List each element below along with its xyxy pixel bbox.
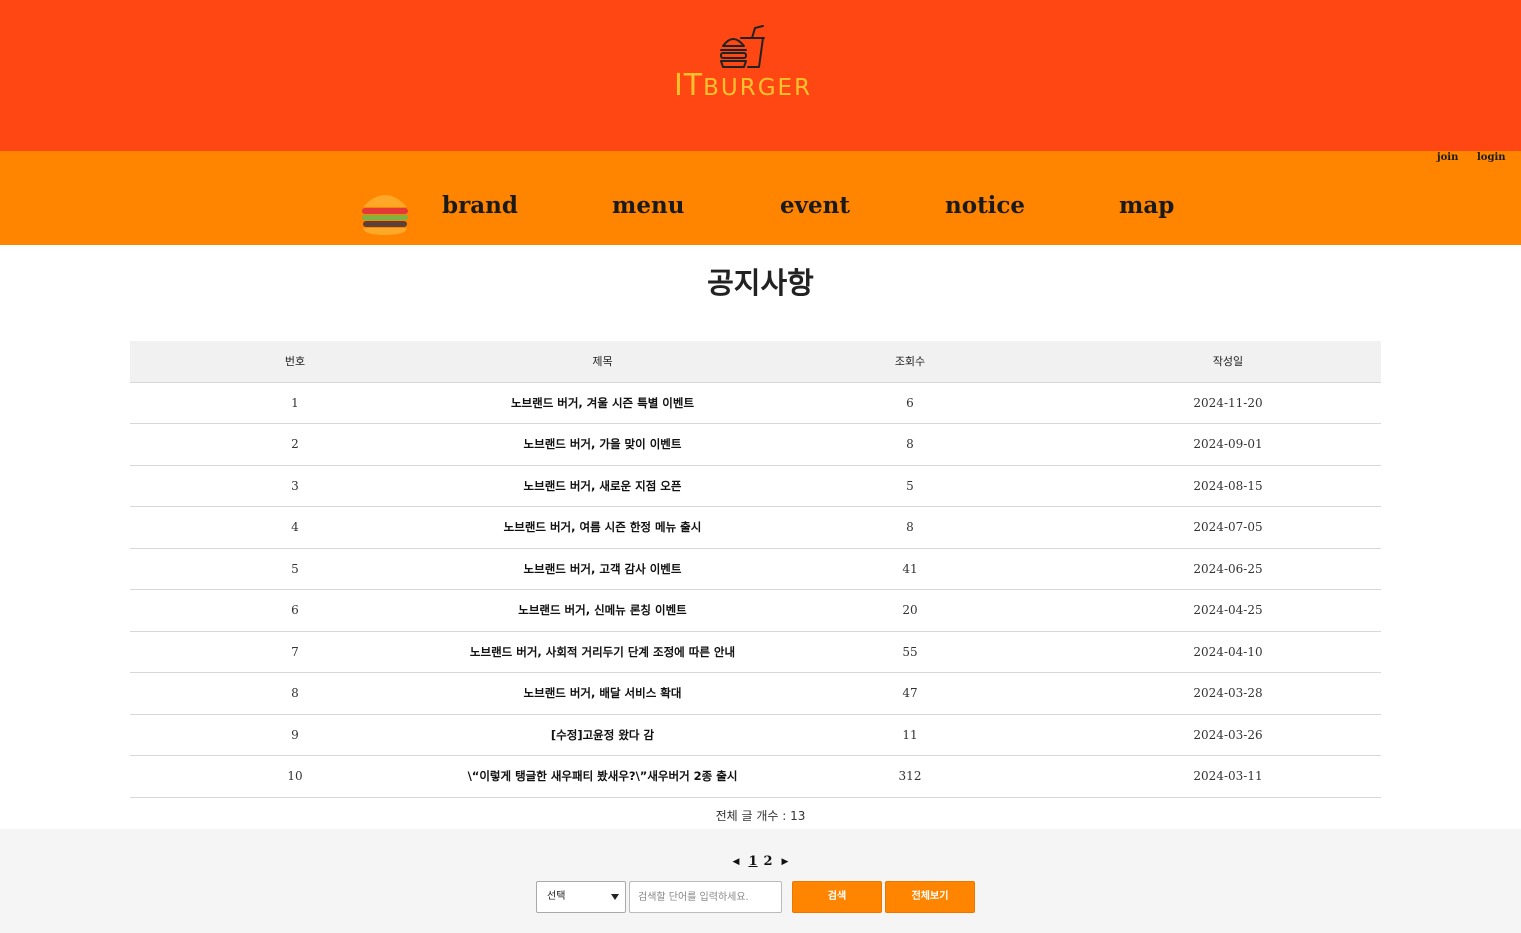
next-page-icon[interactable]: ▶ — [782, 857, 789, 867]
row-number: 10 — [130, 755, 460, 798]
row-views: 47 — [745, 672, 1075, 715]
table-row[interactable]: 5 노브랜드 버거, 고객 감사 이벤트 41 2024-06-25 — [130, 548, 1381, 590]
nav-menu[interactable]: menu — [612, 192, 684, 219]
page-title: 공지사항 — [707, 266, 814, 300]
row-date: 2024-04-10 — [1075, 631, 1381, 673]
row-number: 6 — [130, 589, 460, 632]
table-row[interactable]: 8 노브랜드 버거, 배달 서비스 확대 47 2024-03-28 — [130, 672, 1381, 715]
chevron-down-icon — [611, 894, 619, 900]
row-number: 4 — [130, 506, 460, 549]
view-all-button[interactable]: 전체보기 — [885, 881, 975, 913]
table-row[interactable]: 9 [수정]고윤정 왔다 감 11 2024-03-26 — [130, 714, 1381, 756]
logo-burger: BURGER — [703, 75, 813, 101]
prev-page-icon[interactable]: ◀ — [733, 857, 740, 867]
row-views: 8 — [745, 423, 1075, 466]
table-row[interactable]: 4 노브랜드 버거, 여름 시즌 한정 메뉴 출시 8 2024-07-05 — [130, 506, 1381, 549]
total-label: 전체 글 개수 : — [715, 809, 791, 823]
row-title[interactable]: 노브랜드 버거, 새로운 지점 오픈 — [460, 465, 745, 507]
table-row[interactable]: 7 노브랜드 버거, 사회적 거리두기 단계 조정에 따른 안내 55 2024… — [130, 631, 1381, 673]
row-date: 2024-09-01 — [1075, 423, 1381, 466]
row-title[interactable]: 노브랜드 버거, 배달 서비스 확대 — [460, 672, 745, 715]
row-date: 2024-08-15 — [1075, 465, 1381, 507]
logo-text: ITBURGER — [668, 71, 818, 101]
row-title[interactable]: 노브랜드 버거, 가을 맞이 이벤트 — [460, 423, 745, 466]
row-views: 5 — [745, 465, 1075, 507]
row-title[interactable]: \“이렇게 탱글한 새우패티 봤새우?\”새우버거 2종 출시 — [460, 755, 745, 798]
table-row[interactable]: 3 노브랜드 버거, 새로운 지점 오픈 5 2024-08-15 — [130, 465, 1381, 507]
burger-drink-logo-icon — [720, 25, 765, 68]
row-title[interactable]: 노브랜드 버거, 여름 시즌 한정 메뉴 출시 — [460, 506, 745, 549]
row-views: 11 — [745, 714, 1075, 756]
row-number: 7 — [130, 631, 460, 673]
search-button[interactable]: 검색 — [792, 881, 882, 913]
row-title[interactable]: [수정]고윤정 왔다 감 — [460, 714, 745, 756]
row-title[interactable]: 노브랜드 버거, 고객 감사 이벤트 — [460, 548, 745, 590]
row-title[interactable]: 노브랜드 버거, 겨울 시즌 특별 이벤트 — [460, 382, 745, 424]
search-type-select[interactable]: 선택 — [536, 881, 626, 913]
pagination: ◀ 1 2 ▶ — [0, 854, 1521, 869]
total-value: 13 — [790, 809, 806, 823]
nav-event[interactable]: event — [780, 192, 850, 219]
row-number: 8 — [130, 672, 460, 715]
row-date: 2024-11-20 — [1075, 382, 1381, 424]
row-date: 2024-03-28 — [1075, 672, 1381, 715]
total-count: 전체 글 개수 : 13 — [0, 807, 1521, 824]
row-date: 2024-04-25 — [1075, 589, 1381, 632]
logo-it: IT — [673, 68, 704, 103]
nav-notice[interactable]: notice — [945, 192, 1025, 219]
row-number: 2 — [130, 423, 460, 466]
row-title[interactable]: 노브랜드 버거, 신메뉴 론칭 이벤트 — [460, 589, 745, 632]
header-title: 제목 — [460, 341, 745, 383]
row-date: 2024-03-11 — [1075, 755, 1381, 798]
table-row[interactable]: 10 \“이렇게 탱글한 새우패티 봤새우?\”새우버거 2종 출시 312 2… — [130, 755, 1381, 798]
header-number: 번호 — [130, 341, 460, 383]
nav-map[interactable]: map — [1119, 192, 1174, 219]
row-views: 8 — [745, 506, 1075, 549]
join-link[interactable]: join — [1437, 152, 1458, 163]
header-date: 작성일 — [1075, 341, 1381, 383]
table-row[interactable]: 6 노브랜드 버거, 신메뉴 론칭 이벤트 20 2024-04-25 — [130, 589, 1381, 632]
row-date: 2024-07-05 — [1075, 506, 1381, 549]
header-views: 조회수 — [745, 341, 1075, 383]
row-views: 20 — [745, 589, 1075, 632]
page-link-1[interactable]: 1 — [748, 854, 757, 869]
login-link[interactable]: login — [1477, 152, 1506, 163]
nav-bar — [0, 151, 1521, 245]
row-views: 6 — [745, 382, 1075, 424]
row-date: 2024-03-26 — [1075, 714, 1381, 756]
site-logo[interactable]: ITBURGER — [668, 24, 818, 104]
row-number: 3 — [130, 465, 460, 507]
row-number: 1 — [130, 382, 460, 424]
table-row[interactable]: 2 노브랜드 버거, 가을 맞이 이벤트 8 2024-09-01 — [130, 423, 1381, 466]
row-date: 2024-06-25 — [1075, 548, 1381, 590]
row-views: 312 — [745, 755, 1075, 798]
row-number: 9 — [130, 714, 460, 756]
nav-brand[interactable]: brand — [442, 192, 518, 219]
page-link-2[interactable]: 2 — [764, 854, 773, 869]
notice-table: 번호 제목 조회수 작성일 1 노브랜드 버거, 겨울 시즌 특별 이벤트 6 … — [130, 341, 1381, 798]
row-views: 41 — [745, 548, 1075, 590]
table-row[interactable]: 1 노브랜드 버거, 겨울 시즌 특별 이벤트 6 2024-11-20 — [130, 382, 1381, 424]
burger-icon[interactable] — [360, 187, 410, 235]
row-number: 5 — [130, 548, 460, 590]
row-title[interactable]: 노브랜드 버거, 사회적 거리두기 단계 조정에 따른 안내 — [460, 631, 745, 673]
search-input[interactable] — [629, 881, 782, 913]
row-views: 55 — [745, 631, 1075, 673]
search-type-value: 선택 — [547, 891, 566, 902]
table-header-row: 번호 제목 조회수 작성일 — [130, 341, 1381, 383]
